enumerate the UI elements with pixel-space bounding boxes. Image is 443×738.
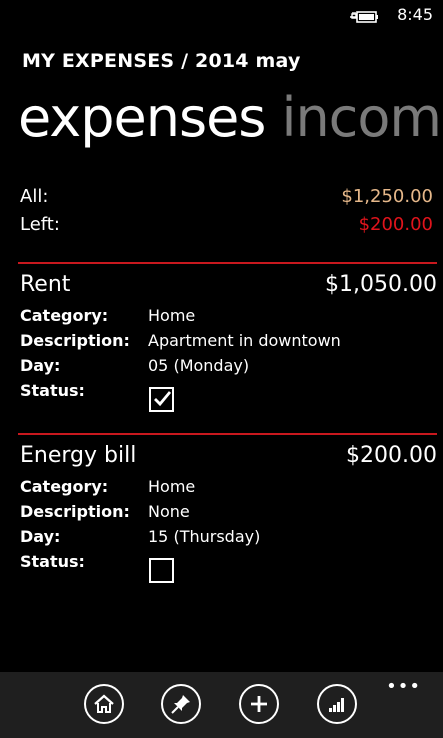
home-button[interactable]: [84, 684, 124, 724]
add-icon: [251, 696, 267, 712]
day-label: Day:: [20, 356, 61, 375]
pin-icon: [171, 695, 190, 714]
pin-button[interactable]: [161, 684, 201, 724]
expense-day-row: Day: 15 (Thursday): [20, 527, 437, 552]
description-label: Description:: [20, 331, 130, 350]
status-checkbox[interactable]: [149, 387, 174, 412]
summary-left-value: $200.00: [358, 214, 433, 235]
pivot-header: expensesincome: [18, 78, 443, 158]
add-button[interactable]: [239, 684, 279, 724]
day-value: 15 (Thursday): [148, 527, 261, 546]
chart-icon: [329, 698, 344, 712]
status-label: Status:: [20, 381, 85, 400]
summary-left-label: Left:: [20, 214, 60, 235]
expense-day-row: Day: 05 (Monday): [20, 356, 437, 381]
divider: [18, 433, 437, 435]
category-value: Home: [148, 306, 196, 325]
expense-name: Rent: [20, 272, 71, 297]
expense-item[interactable]: Rent $1,050.00 Category: Home Descriptio…: [20, 272, 437, 421]
expense-header: Rent $1,050.00: [20, 272, 437, 306]
expense-item[interactable]: Energy bill $200.00 Category: Home Descr…: [20, 443, 437, 592]
category-value: Home: [148, 477, 196, 496]
summary-left-row: Left: $200.00: [20, 214, 433, 242]
pivot-tab-expenses[interactable]: expenses: [18, 86, 266, 149]
battery-charging-icon: [349, 9, 379, 25]
divider: [18, 262, 437, 264]
expense-category-row: Category: Home: [20, 477, 437, 502]
description-value: None: [148, 502, 190, 521]
expense-description-row: Description: Apartment in downtown: [20, 331, 437, 356]
more-button[interactable]: •••: [386, 676, 421, 697]
expense-status-row: Status:: [20, 552, 437, 592]
expense-header: Energy bill $200.00: [20, 443, 437, 477]
expense-amount: $200.00: [346, 443, 437, 468]
app-title: MY EXPENSES / 2014 may: [22, 50, 301, 72]
summary: All: $1,250.00 Left: $200.00: [20, 186, 433, 242]
chart-button[interactable]: [317, 684, 357, 724]
summary-all-label: All:: [20, 186, 49, 207]
summary-all-row: All: $1,250.00: [20, 186, 433, 214]
description-label: Description:: [20, 502, 130, 521]
app-bar: •••: [0, 672, 443, 738]
pivot-tab-income[interactable]: income: [281, 86, 443, 149]
day-value: 05 (Monday): [148, 356, 250, 375]
status-checkbox[interactable]: [149, 558, 174, 583]
expense-category-row: Category: Home: [20, 306, 437, 331]
category-label: Category:: [20, 306, 109, 325]
description-value: Apartment in downtown: [148, 331, 341, 350]
expense-amount: $1,050.00: [325, 272, 437, 297]
category-label: Category:: [20, 477, 109, 496]
check-icon: [154, 391, 172, 407]
expense-name: Energy bill: [20, 443, 137, 468]
home-icon: [94, 694, 114, 713]
status-label: Status:: [20, 552, 85, 571]
expense-status-row: Status:: [20, 381, 437, 421]
day-label: Day:: [20, 527, 61, 546]
status-bar: 8:45: [0, 0, 443, 32]
clock: 8:45: [397, 5, 433, 24]
summary-all-value: $1,250.00: [341, 186, 433, 207]
expense-description-row: Description: None: [20, 502, 437, 527]
